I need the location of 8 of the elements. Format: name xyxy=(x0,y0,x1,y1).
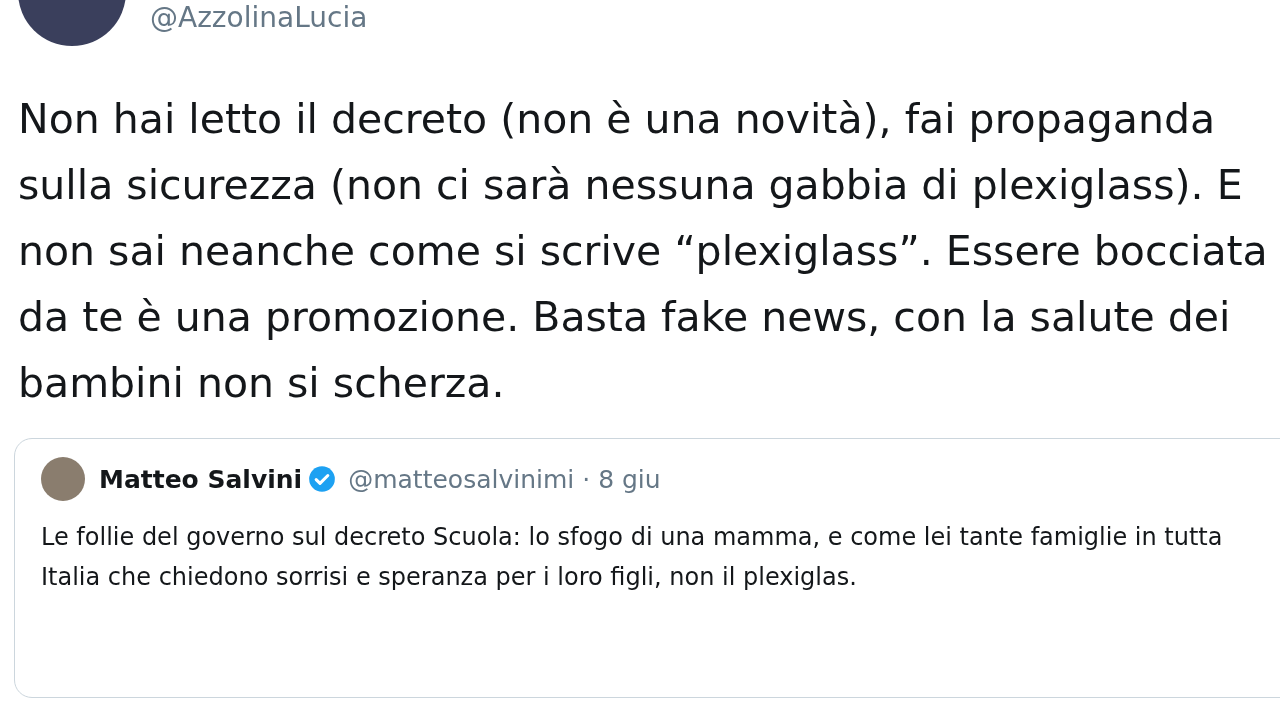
tweet-date[interactable]: · 8 giu xyxy=(582,464,661,494)
avatar-placeholder xyxy=(41,457,85,501)
user-handle[interactable]: @AzzolinaLucia xyxy=(150,1,368,34)
quoted-tweet-text: Le follie del governo sul decreto Scuola: lo sfogo di una mamma, e come lei tante famiglie in tutta Italia che chiedono sorrisi e speranza per i loro figli, non il plexiglas. xyxy=(41,522,1224,593)
author-name[interactable]: Matteo Salvini xyxy=(99,464,303,494)
quoted-tweet-card[interactable] xyxy=(14,438,1280,698)
tweet-text: Non hai letto il decreto (non è una novità), fai propaganda sulla sicurezza (non ci sarà nessuna gabbia di plexiglass). E non sai neanche come si scrive “plexiglass”. Essere bocciata da te è una promozione. Basta fake news, con la salute dei bambini non si scherza. xyxy=(18,94,1269,409)
author-handle[interactable]: @matteosalvinimi xyxy=(348,464,575,494)
